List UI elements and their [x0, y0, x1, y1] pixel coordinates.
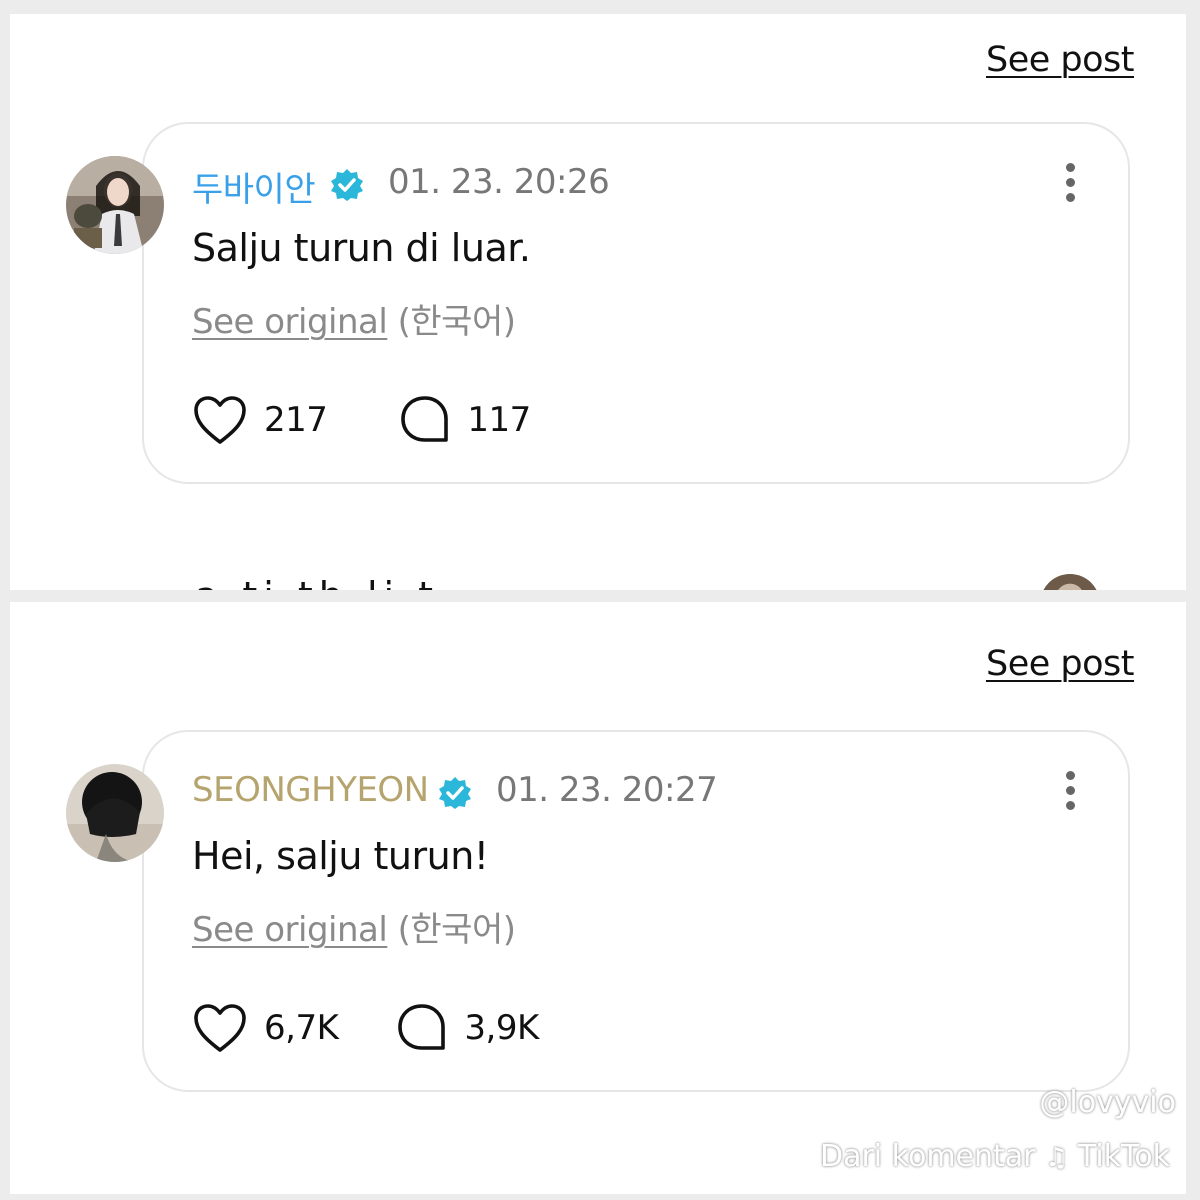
- post-panel-2: See post SEONGHYEON 01. 23. 20:27 Hei, s…: [10, 602, 1186, 1194]
- like-button[interactable]: 6,7K: [192, 1002, 339, 1054]
- original-language: (한국어): [397, 302, 516, 342]
- comment-button[interactable]: 117: [399, 394, 531, 446]
- comment-count: 117: [467, 400, 531, 440]
- original-language: (한국어): [397, 910, 516, 950]
- verified-badge-icon: [438, 776, 472, 810]
- post-message: Hei, salju turun!: [192, 834, 489, 878]
- post-card[interactable]: 두바이안 01. 23. 20:26 Salju turun di luar. …: [142, 122, 1130, 484]
- comment-bubble-icon: [398, 1004, 446, 1050]
- like-count: 6,7K: [264, 1008, 339, 1048]
- translation-row: See original (한국어): [192, 294, 516, 343]
- comment-button[interactable]: 3,9K: [396, 1002, 539, 1054]
- post-message: Salju turun di luar.: [192, 226, 531, 270]
- username[interactable]: SEONGHYEON: [192, 770, 429, 810]
- post-card[interactable]: SEONGHYEON 01. 23. 20:27 Hei, salju turu…: [142, 730, 1130, 1092]
- see-post-link[interactable]: See post: [986, 644, 1135, 684]
- watermark-source: Dari komentar ♫ TikTok: [820, 1139, 1170, 1174]
- see-post-link[interactable]: See post: [986, 40, 1135, 80]
- timestamp: 01. 23. 20:26: [388, 162, 610, 202]
- more-options-icon[interactable]: [1058, 160, 1082, 206]
- next-post-avatar: [1040, 574, 1100, 590]
- avatar[interactable]: [66, 156, 164, 254]
- post-actions: 217 117: [192, 392, 531, 448]
- watermark-handle: @lovyvio: [1039, 1085, 1176, 1120]
- see-original-link[interactable]: See original: [192, 302, 388, 342]
- tiktok-logo-icon: ♫: [1045, 1143, 1069, 1173]
- watermark-platform: TikTok: [1077, 1139, 1170, 1174]
- post-panel-1: See post 두바이안 01. 23. 20:26 Salju turun …: [10, 14, 1186, 590]
- comment-bubble-icon: [401, 396, 449, 442]
- username[interactable]: 두바이안: [192, 162, 316, 211]
- like-count: 217: [264, 400, 328, 440]
- comment-count: 3,9K: [464, 1008, 539, 1048]
- timestamp: 01. 23. 20:27: [496, 770, 718, 810]
- more-options-icon[interactable]: [1058, 768, 1082, 814]
- verified-badge-icon: [330, 168, 364, 202]
- watermark-source-text: Dari komentar: [819, 1139, 1036, 1174]
- translation-row: See original (한국어): [192, 902, 516, 951]
- see-original-link[interactable]: See original: [192, 910, 388, 950]
- heart-icon: [194, 1004, 246, 1052]
- like-button[interactable]: 217: [192, 394, 328, 446]
- post-actions: 6,7K 3,9K: [192, 1000, 539, 1056]
- heart-icon: [194, 396, 246, 444]
- avatar[interactable]: [66, 764, 164, 862]
- next-post-preview: a ti th li t: [195, 574, 439, 590]
